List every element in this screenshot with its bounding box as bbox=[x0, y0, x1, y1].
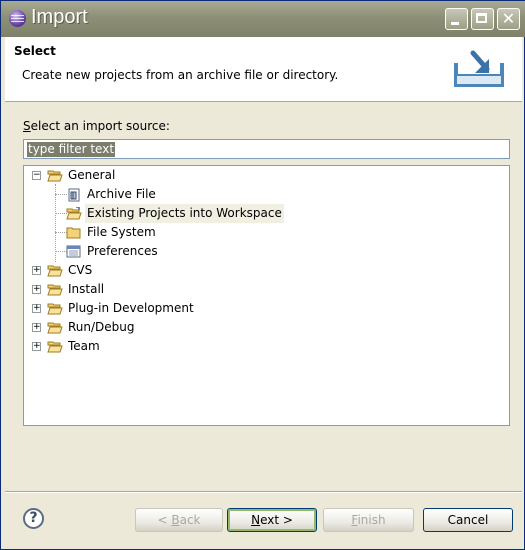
tree-item-label: File System bbox=[87, 225, 156, 239]
expand-icon[interactable]: + bbox=[32, 285, 41, 294]
tree-item-general[interactable]: − General bbox=[24, 166, 509, 185]
archive-file-icon bbox=[68, 188, 80, 202]
import-source-tree[interactable]: − General Archive File Existing Projects… bbox=[23, 165, 510, 426]
existing-projects-icon bbox=[66, 207, 82, 220]
maximize-button[interactable] bbox=[471, 8, 494, 30]
tree-item-existing-projects[interactable]: Existing Projects into Workspace bbox=[24, 204, 509, 223]
tree-item-label: Install bbox=[68, 282, 105, 296]
next-button[interactable]: Next > bbox=[227, 508, 317, 532]
tree-item-plugin-development[interactable]: + Plug-in Development bbox=[24, 299, 509, 318]
tree-item-label: Preferences bbox=[87, 244, 158, 258]
expand-icon[interactable]: + bbox=[32, 304, 41, 313]
window-title: Import bbox=[31, 6, 88, 28]
footer-separator bbox=[5, 491, 522, 493]
folder-open-icon bbox=[47, 322, 63, 334]
tree-item-label: Run/Debug bbox=[68, 320, 135, 334]
import-source-label: Select an import source: bbox=[23, 119, 170, 133]
folder-open-icon bbox=[47, 303, 63, 315]
collapse-icon[interactable]: − bbox=[32, 171, 41, 180]
expand-icon[interactable]: + bbox=[32, 323, 41, 332]
tree-item-archive-file[interactable]: Archive File bbox=[24, 185, 509, 204]
title-bar[interactable]: Import ✕ bbox=[1, 1, 525, 37]
wizard-header: Select Create new projects from an archi… bbox=[5, 37, 522, 102]
close-button[interactable]: ✕ bbox=[497, 8, 520, 30]
eclipse-logo-icon bbox=[9, 10, 26, 27]
close-icon: ✕ bbox=[501, 9, 516, 28]
tree-item-cvs[interactable]: + CVS bbox=[24, 261, 509, 280]
tree-item-install[interactable]: + Install bbox=[24, 280, 509, 299]
tree-item-label: Existing Projects into Workspace bbox=[85, 204, 284, 223]
folder-open-icon bbox=[47, 265, 63, 277]
folder-open-icon bbox=[47, 341, 63, 353]
tree-item-label: Plug-in Development bbox=[68, 301, 194, 315]
tree-item-label: General bbox=[68, 168, 116, 182]
folder-open-icon bbox=[47, 170, 63, 182]
tree-item-team[interactable]: + Team bbox=[24, 337, 509, 356]
expand-icon[interactable]: + bbox=[32, 342, 41, 351]
expand-icon[interactable]: + bbox=[32, 266, 41, 275]
back-button[interactable]: < Back bbox=[135, 508, 223, 532]
tree-item-label: Team bbox=[68, 339, 100, 353]
tree-item-label: CVS bbox=[68, 263, 93, 277]
page-description: Create new projects from an archive file… bbox=[22, 68, 339, 82]
preferences-icon bbox=[66, 245, 81, 258]
cancel-button[interactable]: Cancel bbox=[423, 508, 513, 532]
filter-input[interactable]: type filter text bbox=[23, 139, 510, 159]
tree-item-run-debug[interactable]: + Run/Debug bbox=[24, 318, 509, 337]
tree-item-file-system[interactable]: File System bbox=[24, 223, 509, 242]
filter-placeholder: type filter text bbox=[27, 142, 116, 157]
finish-button[interactable]: Finish bbox=[323, 508, 414, 532]
folder-icon bbox=[66, 227, 81, 239]
help-icon[interactable]: ? bbox=[23, 508, 44, 529]
tree-item-label: Archive File bbox=[87, 187, 156, 201]
import-dialog: Import ✕ Select Create new projects from… bbox=[0, 0, 525, 550]
folder-open-icon bbox=[47, 284, 63, 296]
tree-item-preferences[interactable]: Preferences bbox=[24, 242, 509, 261]
import-wizard-icon bbox=[454, 50, 504, 87]
minimize-button[interactable] bbox=[445, 8, 468, 30]
page-title: Select bbox=[14, 44, 56, 58]
